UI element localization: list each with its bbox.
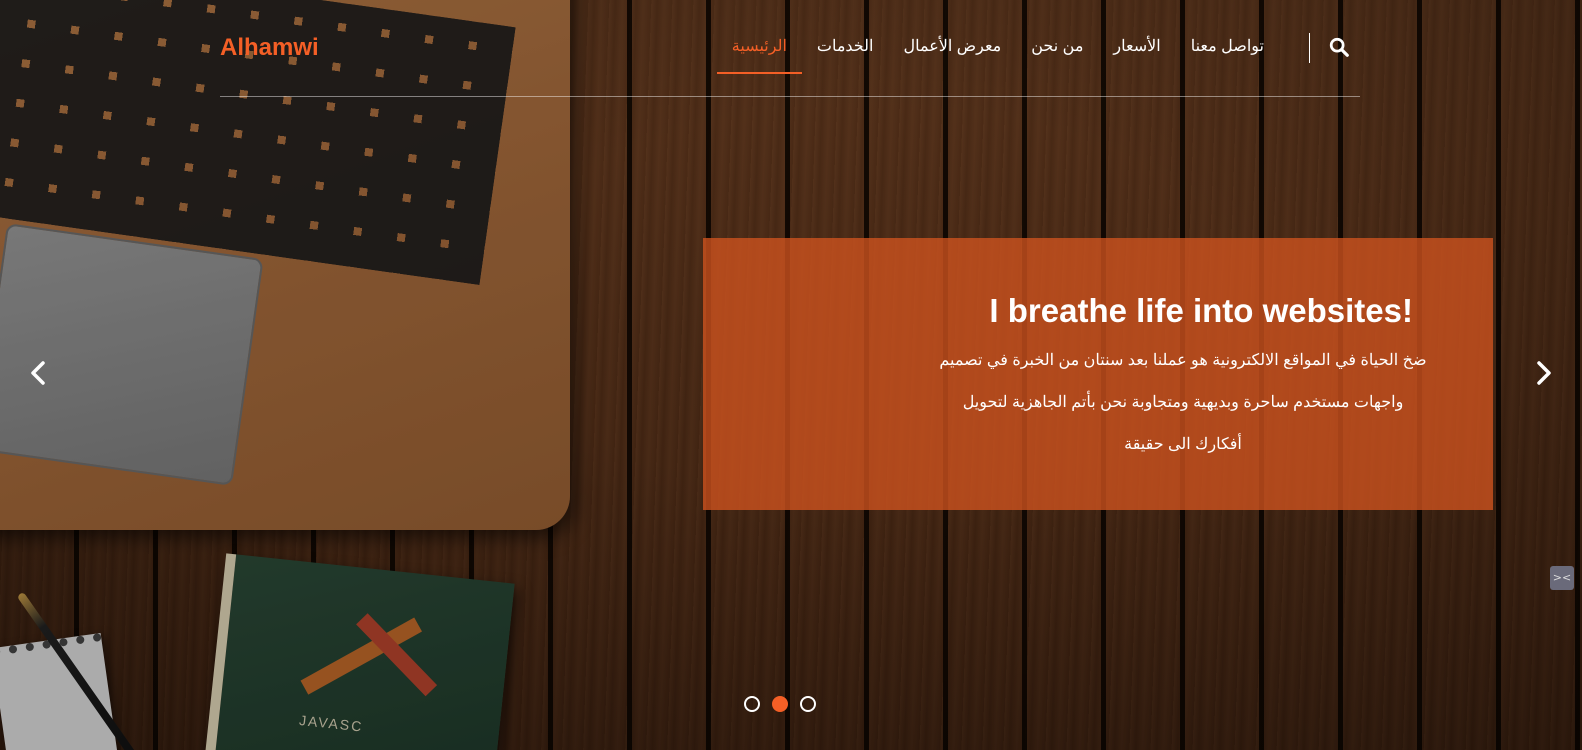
nav-item-contact[interactable]: تواصل معنا <box>1176 36 1279 74</box>
nav-item-home[interactable]: الرئيسية <box>716 36 803 74</box>
chevron-right-icon[interactable] <box>1528 358 1558 388</box>
slide-text-line: ضخ الحياة في المواقع الالكترونية هو عملن… <box>939 352 1427 369</box>
carousel-indicator-active[interactable] <box>772 696 788 712</box>
nav-item-pricing[interactable]: الأسعار <box>1098 36 1175 74</box>
side-widget-icon[interactable]: >< <box>1550 566 1574 590</box>
carousel-indicator[interactable] <box>744 696 760 712</box>
navbar: Alhamwi الرئيسية الخدمات معرض الأعمال من… <box>220 0 1360 97</box>
carousel-indicators <box>744 696 816 712</box>
nav-menu: الرئيسية الخدمات معرض الأعمال من نحن الأ… <box>716 0 1360 96</box>
search-icon[interactable] <box>1328 36 1350 58</box>
slide-text-line: واجهات مستخدم ساحرة وبديهية ومتجاوبة نحن… <box>962 394 1404 411</box>
slide-text-line: أفكارك الى حقيقة <box>1124 436 1242 453</box>
nav-item-services[interactable]: الخدمات <box>802 36 889 74</box>
carousel-indicator[interactable] <box>800 696 816 712</box>
slide-text: ضخ الحياة في المواقع الالكترونية هو عملن… <box>923 340 1443 466</box>
brand-logo[interactable]: Alhamwi <box>220 34 319 62</box>
chevron-left-icon[interactable] <box>24 358 54 388</box>
slide-title: I breathe life into websites! <box>989 292 1413 329</box>
nav-item-about[interactable]: من نحن <box>1016 36 1098 74</box>
nav-item-portfolio[interactable]: معرض الأعمال <box>888 36 1016 74</box>
slide-caption: I breathe life into websites! ضخ الحياة … <box>703 238 1493 510</box>
nav-divider <box>1309 33 1310 63</box>
